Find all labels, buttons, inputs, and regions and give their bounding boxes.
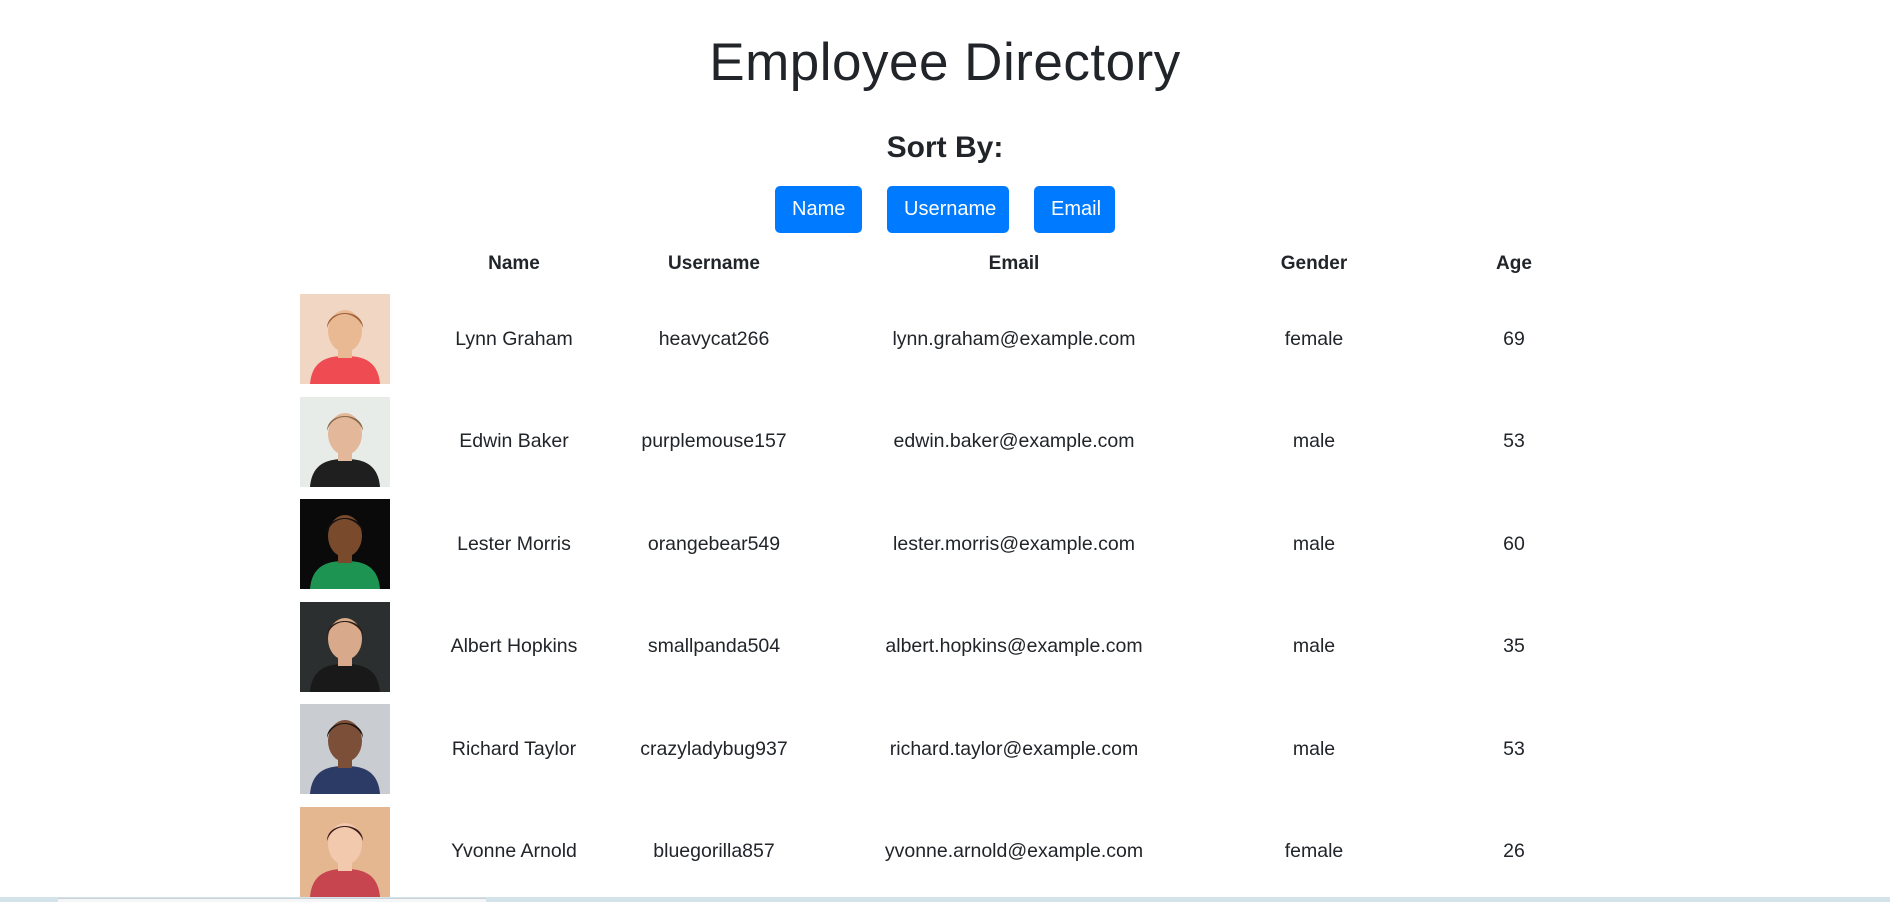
cell-age: 53 [1503, 430, 1525, 453]
sort-by-email-button[interactable]: Email [1034, 186, 1115, 233]
sort-by-username-button[interactable]: Username [887, 186, 1009, 233]
cell-name: Yvonne Arnold [451, 840, 577, 863]
cell-name: Edwin Baker [459, 430, 569, 453]
cell-username: smallpanda504 [647, 635, 781, 658]
photo-cell [300, 493, 414, 596]
cell-email: edwin.baker@example.com [893, 430, 1135, 453]
cell-name: Albert Hopkins [450, 635, 578, 658]
table-row: Albert Hopkins smallpanda504 albert.hopkin… [300, 596, 1614, 699]
cell-email: albert.hopkins@example.com [885, 635, 1143, 658]
employee-avatar [300, 499, 390, 590]
cell-email: lester.morris@example.com [893, 532, 1135, 555]
employee-directory-page: Employee Directory Sort By: Name Usernam… [0, 0, 1890, 902]
employee-avatar [300, 806, 390, 897]
cell-gender: male [1292, 532, 1336, 555]
photo-cell [300, 698, 414, 801]
cell-gender: male [1292, 737, 1336, 760]
table-row: Yvonne Arnold bluegorilla857 yvonne.arnold… [300, 801, 1614, 902]
table-row: Lester Morris orangebear549 lester.morris@… [300, 493, 1614, 596]
cell-email: richard.taylor@example.com [889, 737, 1139, 760]
cell-age: 26 [1503, 840, 1525, 863]
column-header-email: Email [988, 253, 1040, 274]
employee-avatar [300, 294, 390, 385]
cell-gender: female [1284, 327, 1344, 350]
sort-button-group: Name Username Email [0, 186, 1890, 233]
cell-age: 53 [1503, 737, 1525, 760]
browser-bottom-strip [0, 897, 1890, 902]
column-header-username: Username [668, 253, 760, 274]
table-row: Lynn Graham heavycat266 lynn.graham@exampl… [300, 288, 1614, 391]
table-row: Richard Taylor crazyladybug937 richard.tay… [300, 698, 1614, 801]
employee-avatar [300, 601, 390, 692]
horizontal-scrollbar[interactable] [58, 898, 486, 902]
cell-username: orangebear549 [647, 532, 781, 555]
table-row: Edwin Baker purplemouse157 edwin.baker@exa… [300, 391, 1614, 494]
cell-gender: male [1292, 635, 1336, 658]
cell-name: Lester Morris [457, 532, 571, 555]
cell-username: heavycat266 [658, 327, 770, 350]
employee-avatar [300, 704, 390, 795]
cell-gender: female [1284, 840, 1344, 863]
page-title: Employee Directory [709, 33, 1181, 92]
cell-age: 60 [1503, 532, 1525, 555]
cell-age: 69 [1503, 327, 1525, 350]
photo-cell [300, 596, 414, 699]
column-header-name: Name [488, 253, 540, 274]
cell-email: lynn.graham@example.com [892, 327, 1136, 350]
sort-by-name-button[interactable]: Name [775, 186, 862, 233]
cell-email: yvonne.arnold@example.com [884, 840, 1144, 863]
photo-cell [300, 801, 414, 902]
employee-table-body: Lynn Graham heavycat266 lynn.graham@exampl… [300, 288, 1614, 902]
column-header-photo [300, 240, 414, 288]
cell-username: purplemouse157 [641, 430, 787, 453]
photo-cell [300, 391, 414, 494]
cell-gender: male [1292, 430, 1336, 453]
column-header-age: Age [1496, 253, 1532, 274]
cell-name: Lynn Graham [455, 327, 573, 350]
sort-by-label: Sort By: [886, 131, 1004, 164]
table-header-row: Name Username Email Gender Age [300, 240, 1614, 288]
cell-username: bluegorilla857 [653, 840, 775, 863]
cell-name: Richard Taylor [451, 737, 577, 760]
column-header-gender: Gender [1280, 253, 1348, 274]
employee-table: Name Username Email Gender Age Lynn Grah… [300, 240, 1614, 902]
cell-username: crazyladybug937 [640, 737, 788, 760]
employee-avatar [300, 396, 390, 487]
cell-age: 35 [1503, 635, 1525, 658]
photo-cell [300, 288, 414, 391]
